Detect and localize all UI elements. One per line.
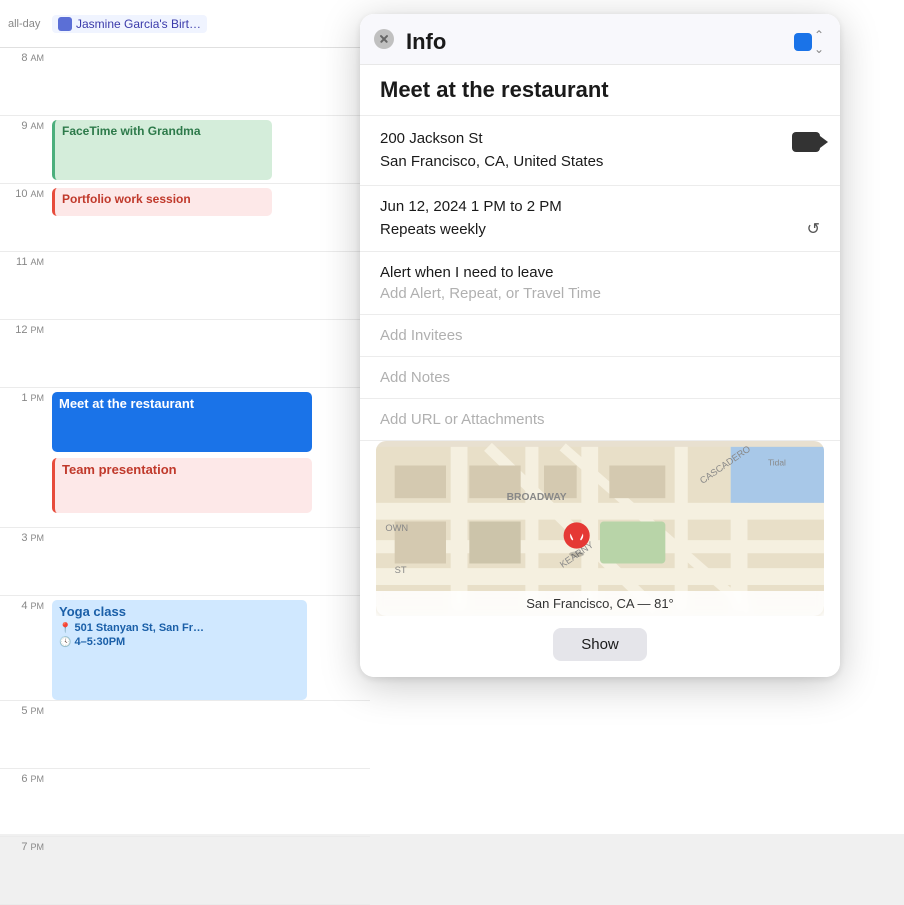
time-row-12pm: 12 PM: [0, 320, 370, 388]
event-title: Meet at the restaurant: [380, 77, 820, 103]
time-label-8am: 8 AM: [0, 48, 52, 64]
address-line1: 200 Jackson St: [380, 128, 603, 151]
time-label-6pm: 6 PM: [0, 769, 52, 785]
repeat-icon: ↺: [807, 219, 820, 239]
address-line2: San Francisco, CA, United States: [380, 151, 603, 174]
birthday-icon: [58, 17, 72, 31]
time-row-4pm: 4 PM Yoga class 📍 501 Stanyan St, San Fr…: [0, 596, 370, 701]
yoga-event[interactable]: Yoga class 📍 501 Stanyan St, San Fr… 🕓 4…: [52, 600, 307, 700]
team-event-title: Team presentation: [62, 462, 177, 477]
time-content-6pm: [52, 769, 370, 836]
time-row-8am: 8 AM: [0, 48, 370, 116]
repeat-row: Repeats weekly ↺: [380, 219, 820, 239]
yoga-event-address: 📍 501 Stanyan St, San Fr…: [59, 622, 300, 634]
portfolio-event[interactable]: Portfolio work session: [52, 188, 272, 216]
popup-header: Info ⌃⌄: [360, 14, 840, 65]
datetime-section: Jun 12, 2024 1 PM to 2 PM Repeats weekly…: [360, 186, 840, 252]
facetime-event-title: FaceTime with Grandma: [62, 124, 201, 138]
time-label-11am: 11 AM: [0, 252, 52, 268]
add-url-text[interactable]: Add URL or Attachments: [380, 411, 820, 428]
time-content-11am: [52, 252, 370, 319]
allday-row: all-day Jasmine Garcia's Birt…: [0, 0, 370, 48]
event-datetime: Jun 12, 2024 1 PM to 2 PM: [380, 198, 820, 215]
time-content-7pm: [52, 837, 370, 904]
show-button[interactable]: Show: [553, 628, 647, 661]
time-content-5pm: [52, 701, 370, 768]
restaurant-event[interactable]: Meet at the restaurant: [52, 392, 312, 452]
time-label-7pm: 7 PM: [0, 837, 52, 853]
time-content-10am: Portfolio work session: [52, 184, 370, 251]
portfolio-event-title: Portfolio work session: [62, 192, 191, 206]
location-text: 200 Jackson St San Francisco, CA, United…: [380, 128, 603, 173]
time-label-5pm: 5 PM: [0, 701, 52, 717]
map-svg: BROADWAY KEARNY CASCADERO Tidal OWN ST: [376, 441, 824, 616]
add-notes-text[interactable]: Add Notes: [380, 369, 820, 386]
time-row-3pm: 3 PM: [0, 528, 370, 596]
time-content-1pm: Meet at the restaurant Team presentation: [52, 388, 370, 527]
svg-text:OWN: OWN: [385, 523, 408, 533]
time-label-9am: 9 AM: [0, 116, 52, 132]
svg-text:BROADWAY: BROADWAY: [507, 492, 567, 503]
location-icon: 📍: [59, 623, 71, 634]
video-camera-icon[interactable]: [792, 132, 820, 152]
time-content-3pm: [52, 528, 370, 595]
alert-section: Alert when I need to leave Add Alert, Re…: [360, 252, 840, 315]
time-label-3pm: 3 PM: [0, 528, 52, 544]
chevron-down-icon: ⌃⌄: [814, 28, 824, 56]
time-content-4pm: Yoga class 📍 501 Stanyan St, San Fr… 🕓 4…: [52, 596, 370, 700]
info-popup: Info ⌃⌄ Meet at the restaurant 200 Jacks…: [360, 14, 840, 677]
repeat-text: Repeats weekly: [380, 221, 486, 238]
svg-text:ST: ST: [395, 565, 407, 575]
event-title-section: Meet at the restaurant: [360, 65, 840, 116]
popup-body: Meet at the restaurant 200 Jackson St Sa…: [360, 65, 840, 661]
time-label-4pm: 4 PM: [0, 596, 52, 612]
time-row-9am: 9 AM FaceTime with Grandma: [0, 116, 370, 184]
allday-event-title: Jasmine Garcia's Birt…: [76, 17, 201, 31]
map-view[interactable]: BROADWAY KEARNY CASCADERO Tidal OWN ST S…: [376, 441, 824, 616]
popup-title: Info: [376, 29, 782, 55]
time-grid: 8 AM 9 AM FaceTime with Grandma 10 AM Po…: [0, 48, 370, 834]
time-row-10am: 10 AM Portfolio work session: [0, 184, 370, 252]
url-section: Add URL or Attachments: [360, 399, 840, 441]
calendar-selector[interactable]: ⌃⌄: [794, 28, 824, 56]
yoga-event-title: Yoga class: [59, 604, 300, 619]
time-content-8am: [52, 48, 370, 115]
team-event[interactable]: Team presentation: [52, 458, 312, 513]
clock-icon: 🕓: [59, 637, 71, 648]
time-row-1pm: 1 PM Meet at the restaurant Team present…: [0, 388, 370, 528]
notes-section: Add Notes: [360, 357, 840, 399]
time-row-5pm: 5 PM: [0, 701, 370, 769]
time-label-1pm: 1 PM: [0, 388, 52, 404]
time-row-6pm: 6 PM: [0, 769, 370, 837]
time-label-10am: 10 AM: [0, 184, 52, 200]
time-row-7pm: 7 PM: [0, 837, 370, 905]
svg-text:Tidal: Tidal: [768, 458, 786, 468]
alert-text: Alert when I need to leave: [380, 264, 820, 281]
restaurant-event-title: Meet at the restaurant: [59, 396, 194, 411]
facetime-event[interactable]: FaceTime with Grandma: [52, 120, 272, 180]
time-label-12pm: 12 PM: [0, 320, 52, 336]
location-row: 200 Jackson St San Francisco, CA, United…: [380, 128, 820, 173]
allday-event[interactable]: Jasmine Garcia's Birt…: [52, 15, 207, 33]
time-content-9am: FaceTime with Grandma: [52, 116, 370, 183]
allday-label: all-day: [0, 18, 52, 30]
calendar-color-indicator: [794, 33, 812, 51]
add-invitees-text[interactable]: Add Invitees: [380, 327, 820, 344]
close-button[interactable]: [374, 29, 394, 49]
location-section: 200 Jackson St San Francisco, CA, United…: [360, 116, 840, 186]
time-content-12pm: [52, 320, 370, 387]
time-row-11am: 11 AM: [0, 252, 370, 320]
add-alert-placeholder[interactable]: Add Alert, Repeat, or Travel Time: [380, 285, 820, 302]
yoga-event-time: 🕓 4–5:30PM: [59, 636, 300, 648]
invitees-section: Add Invitees: [360, 315, 840, 357]
map-location-label: San Francisco, CA — 81°: [376, 591, 824, 616]
